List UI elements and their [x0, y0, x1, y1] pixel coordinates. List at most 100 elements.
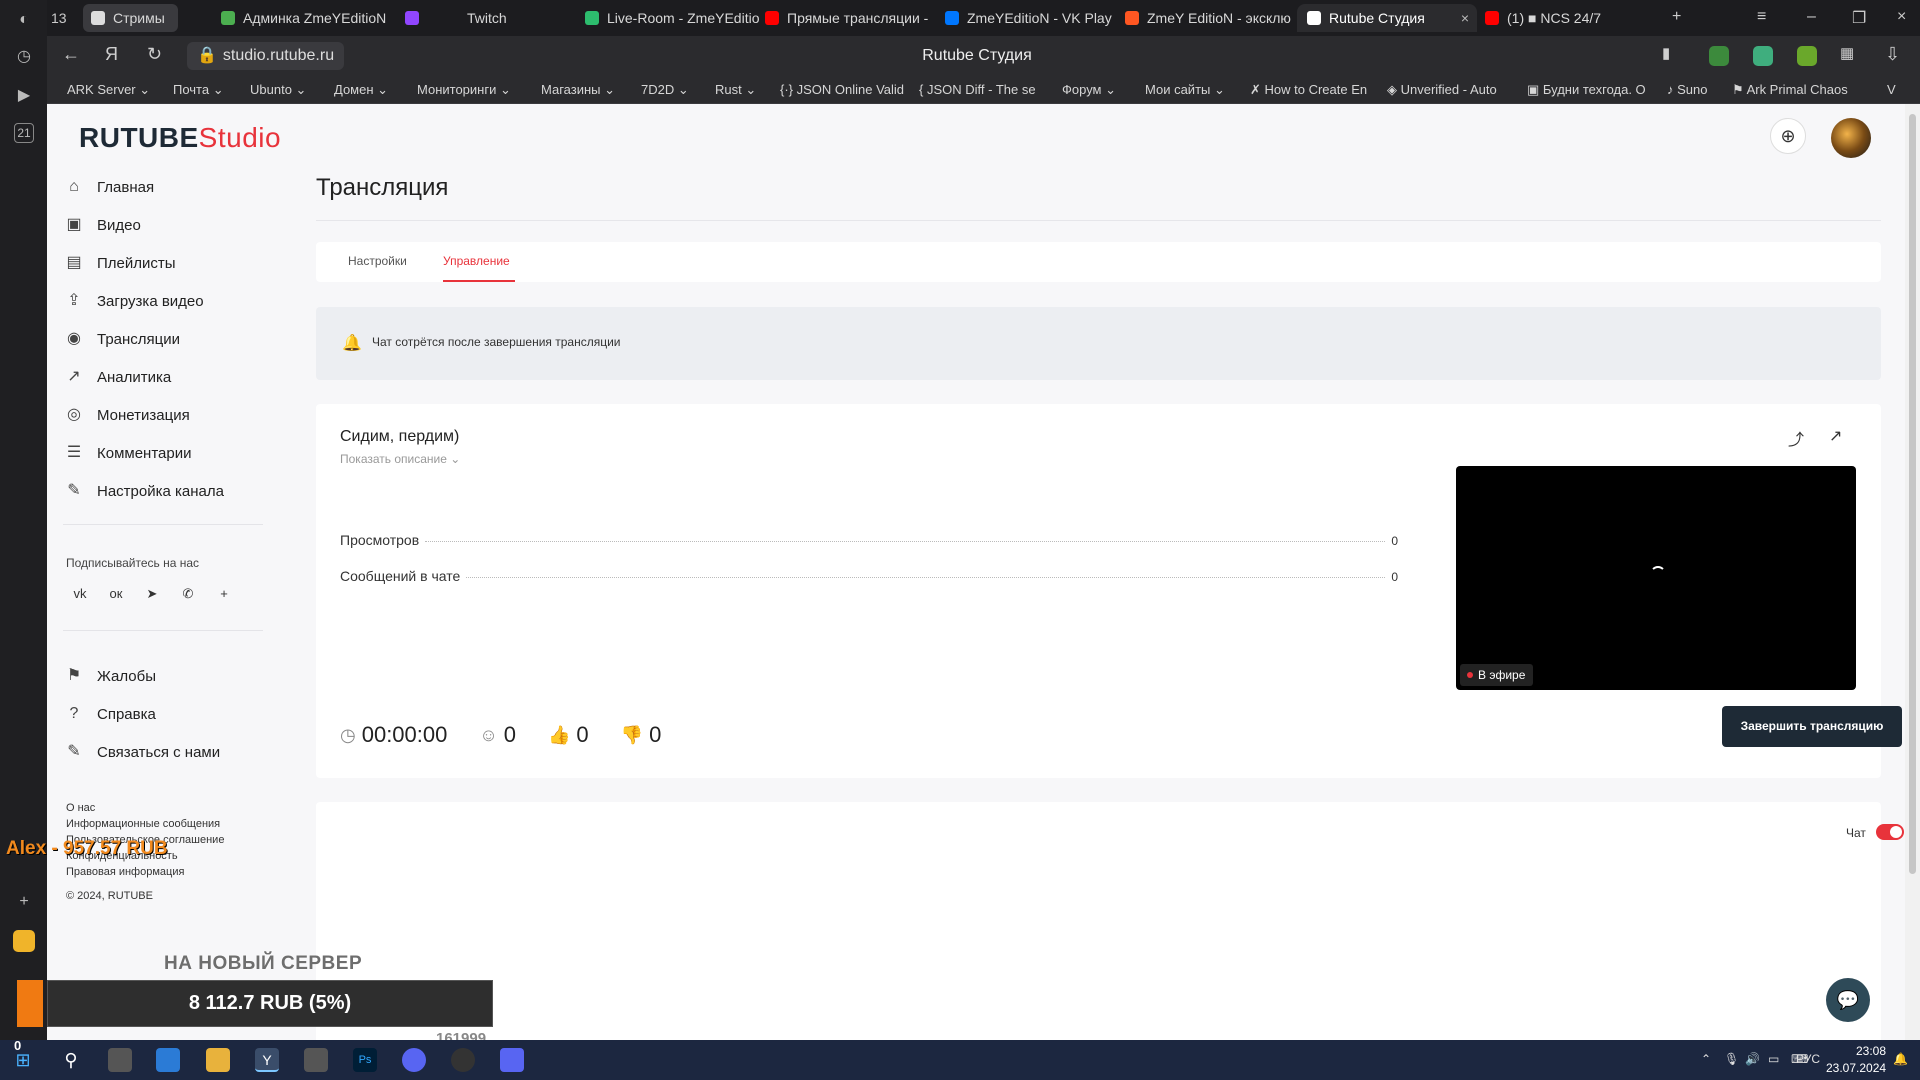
tab-admin[interactable]: Админка ZmeYEditioN: [213, 4, 423, 32]
tab-streams[interactable]: Стримы: [83, 4, 178, 32]
microphone-icon[interactable]: 🎙: [1724, 1052, 1739, 1066]
share-icon[interactable]: ⤴: [1788, 426, 1804, 450]
bookmark-suno[interactable]: ♪ Suno: [1667, 80, 1708, 100]
tab-boosty[interactable]: ZmeY EditioN - эксклю: [1117, 4, 1327, 32]
windows-start-icon[interactable]: ⊞: [11, 1048, 35, 1072]
extension-green-icon[interactable]: [1753, 46, 1773, 66]
task-view-icon[interactable]: [108, 1048, 132, 1072]
bookmark-json-diff[interactable]: { JSON Diff - The se: [919, 80, 1036, 100]
file-explorer-icon[interactable]: [206, 1048, 230, 1072]
network-icon[interactable]: ▭: [1768, 1052, 1779, 1066]
yandex-icon[interactable]: Я: [105, 44, 118, 65]
tab-counter[interactable]: 13: [51, 4, 73, 32]
bookmark-icon[interactable]: ▮: [1662, 44, 1670, 62]
sidebar-item-playlists[interactable]: ▤ Плейлисты: [63, 244, 263, 282]
tab-settings[interactable]: Настройки: [348, 254, 407, 268]
sidebar-item-home[interactable]: ⌂ Главная: [63, 168, 263, 206]
extension-shield-icon[interactable]: [1709, 46, 1729, 66]
tab-ncs[interactable]: (1) ■ NCS 24/7: [1477, 4, 1647, 32]
tab-twitch[interactable]: Twitch: [397, 4, 577, 32]
app-icon[interactable]: [500, 1048, 524, 1072]
viber-icon[interactable]: ✆: [174, 580, 202, 608]
sidebar-item-help[interactable]: ? Справка: [63, 695, 263, 733]
store-icon[interactable]: [304, 1048, 328, 1072]
bookmark-budni[interactable]: ▣ Будни техгода. О: [1527, 80, 1646, 100]
close-window-icon[interactable]: ×: [1897, 8, 1906, 26]
bookmark-rust[interactable]: Rust ⌄: [715, 80, 756, 100]
bookmark-ark-primal[interactable]: ⚑ Ark Primal Chaos: [1732, 80, 1848, 100]
reload-icon[interactable]: ↻: [147, 44, 162, 65]
bookmark-monitoring[interactable]: Мониторинги ⌄: [417, 80, 511, 100]
calendar-icon[interactable]: 21: [14, 123, 34, 143]
obs-icon[interactable]: [451, 1048, 475, 1072]
notifications-icon[interactable]: 🔔: [1893, 1052, 1908, 1066]
search-icon[interactable]: ⚲: [59, 1048, 83, 1072]
restore-icon[interactable]: ❐: [1852, 8, 1866, 28]
footer-link-about[interactable]: О нас: [66, 800, 224, 816]
tab-youtube-live[interactable]: Прямые трансляции -: [757, 4, 937, 32]
add-panel-icon[interactable]: +: [12, 890, 36, 914]
menu-icon[interactable]: ≡: [1757, 8, 1766, 26]
sidebar-item-broadcasts[interactable]: ◉ Трансляции: [63, 320, 263, 358]
sidebar-item-complaints[interactable]: ⚑ Жалобы: [63, 657, 263, 695]
bookmark-forum[interactable]: Форум ⌄: [1062, 80, 1116, 100]
avatar[interactable]: [1831, 118, 1871, 158]
url-input[interactable]: 🔒 studio.rutube.ru: [187, 42, 345, 70]
stream-preview-player[interactable]: В эфире: [1456, 466, 1856, 690]
bookmark-shops[interactable]: Магазины ⌄: [541, 80, 615, 100]
chat-toggle[interactable]: [1876, 824, 1904, 840]
media-icon[interactable]: ▶: [12, 84, 36, 108]
tab-management[interactable]: Управление: [443, 254, 510, 268]
rutube-studio-logo[interactable]: RUTUBEStudio: [79, 122, 281, 154]
bookmark-how-to[interactable]: ✗ How to Create En: [1250, 80, 1367, 100]
discord-icon[interactable]: [402, 1048, 426, 1072]
volume-icon[interactable]: 🔊: [1745, 1052, 1760, 1066]
vk-icon[interactable]: vk: [66, 580, 94, 608]
sidebar-item-comments[interactable]: ☰ Комментарии: [63, 434, 263, 472]
collections-icon[interactable]: ▦: [1840, 44, 1854, 62]
footer-link-legal[interactable]: Правовая информация: [66, 864, 224, 880]
bookmark-ubunto[interactable]: Ubunto ⌄: [250, 80, 306, 100]
sidebar-item-video[interactable]: ▣ Видео: [63, 206, 263, 244]
page-scrollbar[interactable]: [1905, 104, 1920, 1040]
sidebar-item-upload[interactable]: ⇪ Загрузка видео: [63, 282, 263, 320]
more-icon[interactable]: +: [210, 580, 238, 608]
clock[interactable]: 23:08 23.07.2024: [1826, 1043, 1886, 1077]
sidebar-item-channel-settings[interactable]: ✎ Настройка канала: [63, 472, 263, 510]
telegram-icon[interactable]: ➤: [138, 580, 166, 608]
mail-icon[interactable]: [13, 930, 35, 952]
end-broadcast-button[interactable]: Завершить трансляцию: [1722, 706, 1902, 747]
open-external-icon[interactable]: ↗: [1829, 426, 1842, 446]
language-indicator[interactable]: РУС: [1796, 1052, 1820, 1066]
tab-live-room[interactable]: Live-Room - ZmeYEditio: [577, 4, 777, 32]
sidebar-item-contact[interactable]: ✎ Связаться с нами: [63, 733, 263, 771]
bookmark-ark-server[interactable]: ARK Server ⌄: [67, 80, 150, 100]
show-description-link[interactable]: Показать описание ⌄: [340, 452, 460, 466]
yandex-logo-icon[interactable]: ◐: [12, 8, 36, 32]
tab-rutube-studio[interactable]: Rutube Студия ×: [1297, 4, 1477, 32]
ok-icon[interactable]: ок: [102, 580, 130, 608]
sidebar-item-monetization[interactable]: ◎ Монетизация: [63, 396, 263, 434]
bookmark-mail[interactable]: Почта ⌄: [173, 80, 224, 100]
support-chat-button[interactable]: 💬: [1826, 978, 1870, 1022]
close-tab-icon[interactable]: ×: [1461, 4, 1469, 32]
bookmark-json-validator[interactable]: {·} JSON Online Valid: [780, 80, 904, 100]
widgets-icon[interactable]: [156, 1048, 180, 1072]
history-icon[interactable]: ◷: [12, 45, 36, 69]
downloads-icon[interactable]: ⇩: [1885, 44, 1900, 65]
bookmark-7d2d[interactable]: 7D2D ⌄: [641, 80, 689, 100]
back-icon[interactable]: ←: [62, 44, 80, 65]
sidebar-item-analytics[interactable]: ↗ Аналитика: [63, 358, 263, 396]
minimize-icon[interactable]: –: [1807, 8, 1816, 26]
bookmark-unverified[interactable]: ◈ Unverified - Auto: [1387, 80, 1497, 100]
bookmark-my-sites[interactable]: Мои сайты ⌄: [1145, 80, 1225, 100]
yandex-browser-icon[interactable]: Y: [255, 1048, 279, 1072]
footer-link-info[interactable]: Информационные сообщения: [66, 816, 224, 832]
bookmark-domain[interactable]: Домен ⌄: [334, 80, 388, 100]
bookmark-v[interactable]: V: [1887, 80, 1896, 100]
photoshop-icon[interactable]: Ps: [353, 1048, 377, 1072]
new-tab-icon[interactable]: +: [1672, 8, 1681, 26]
extension-download-icon[interactable]: [1797, 46, 1817, 66]
scrollbar-thumb[interactable]: [1909, 114, 1916, 874]
tab-vkplay[interactable]: ZmeYEditioN - VK Play: [937, 4, 1117, 32]
